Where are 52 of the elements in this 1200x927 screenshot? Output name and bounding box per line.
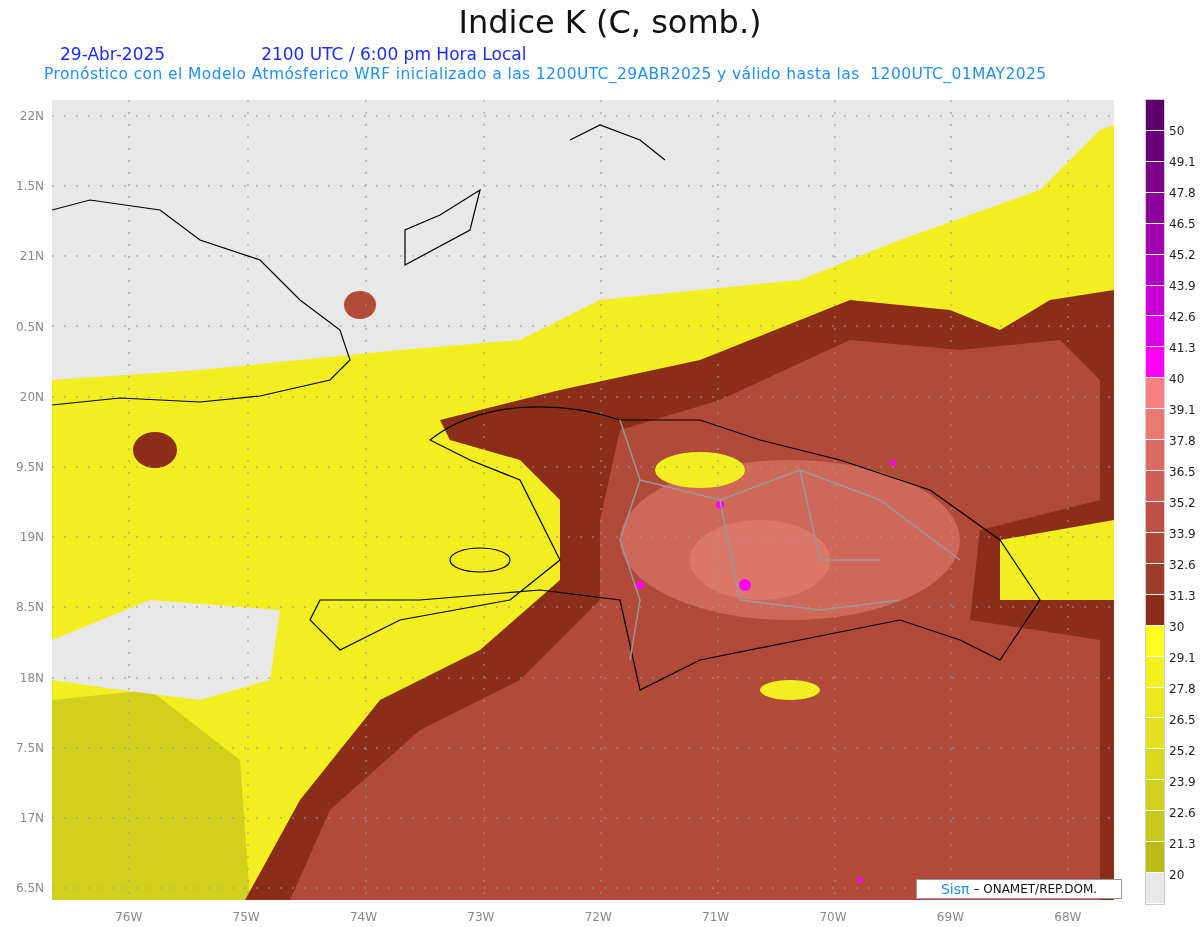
colorbar-label: 35.2 bbox=[1169, 496, 1196, 510]
colorbar-label: 46.5 bbox=[1169, 217, 1196, 231]
forecast-subtitle: Pronóstico con el Modelo Atmósferico WRF inicializado a las 1200UTC_29ABR2025 y válido hasta las 1200UTC_01MAY2025 bbox=[44, 64, 1047, 84]
colorbar-label: 43.9 bbox=[1169, 279, 1196, 293]
longitude-label: 76W bbox=[115, 910, 143, 924]
colorbar-label: 42.6 bbox=[1169, 310, 1196, 324]
colorbar-label: 30 bbox=[1169, 620, 1185, 634]
colorbar-label: 22.6 bbox=[1169, 806, 1196, 820]
latitude-label: 18N bbox=[19, 670, 44, 687]
latitude-label: 21N bbox=[19, 249, 44, 266]
longitude-label: 70W bbox=[819, 910, 847, 924]
colorbar-label: 26.5 bbox=[1169, 713, 1196, 727]
colorbar-label: 32.6 bbox=[1169, 558, 1196, 572]
colorbar-label: 25.2 bbox=[1169, 744, 1196, 758]
forecast-date: 29-Abr-2025 bbox=[60, 44, 166, 64]
latitude-label: 6.5N bbox=[15, 881, 44, 898]
longitude-label: 74W bbox=[349, 910, 378, 924]
colorbar-label: 37.8 bbox=[1169, 434, 1196, 448]
colorbar-label: 50 bbox=[1169, 124, 1185, 138]
longitude-label: 71W bbox=[702, 910, 730, 924]
latitude-label: 1.5N bbox=[15, 179, 44, 196]
colorbar-label: 45.2 bbox=[1169, 248, 1196, 262]
latitude-label: 7.5N bbox=[15, 740, 44, 757]
chart-title: Indice K (C, somb.) bbox=[458, 2, 762, 43]
latitude-label: 9.5N bbox=[15, 459, 44, 476]
longitude-label: 72W bbox=[584, 910, 612, 924]
forecast-time: 2100 UTC / 6:00 pm Hora Local bbox=[261, 44, 527, 64]
colorbar-label: 33.9 bbox=[1169, 527, 1196, 541]
longitude-label: 69W bbox=[936, 910, 964, 924]
logo-text: – ONAMET/REP.DOM. bbox=[973, 881, 1098, 897]
colorbar-label: 39.1 bbox=[1169, 403, 1196, 417]
latitude-label: 19N bbox=[19, 530, 44, 547]
colorbar-label: 49.1 bbox=[1169, 155, 1196, 169]
latitude-label: 20N bbox=[19, 389, 44, 406]
colorbar-label: 21.3 bbox=[1169, 837, 1196, 851]
colorbar-label: 41.3 bbox=[1169, 341, 1196, 355]
logo-mark: Sisπ bbox=[940, 881, 970, 897]
latitude-label: 0.5N bbox=[15, 319, 44, 336]
latitude-label: 8.5N bbox=[15, 600, 44, 617]
colorbar-label: 36.5 bbox=[1169, 465, 1196, 479]
colorbar-label: 23.9 bbox=[1169, 775, 1196, 789]
longitude-label: 75W bbox=[232, 910, 260, 924]
longitude-label: 73W bbox=[467, 910, 495, 924]
colorbar-label: 29.1 bbox=[1169, 651, 1196, 665]
colorbar-label: 47.8 bbox=[1169, 186, 1196, 200]
colorbar-label: 27.8 bbox=[1169, 682, 1196, 696]
longitude-label: 68W bbox=[1054, 910, 1082, 924]
latitude-label: 17N bbox=[19, 810, 44, 827]
latitude-label: 22N bbox=[19, 109, 44, 125]
colorbar-label: 20 bbox=[1169, 868, 1185, 882]
colorbar-label: 31.3 bbox=[1169, 589, 1196, 603]
colorbar-label: 40 bbox=[1169, 372, 1185, 386]
